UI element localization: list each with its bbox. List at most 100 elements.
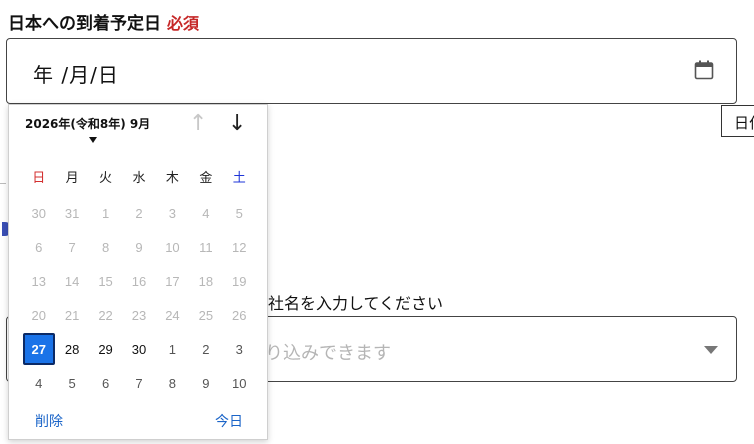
calendar-day[interactable]: 18	[189, 264, 222, 298]
calendar-day-number: 7	[135, 375, 143, 391]
calendar-day[interactable]: 29	[89, 332, 122, 366]
calendar-day[interactable]: 3	[223, 332, 256, 366]
calendar-day[interactable]: 6	[22, 230, 55, 264]
calendar-day-number: 10	[232, 375, 247, 391]
calendar-day[interactable]: 1	[156, 332, 189, 366]
calendar-day[interactable]: 19	[223, 264, 256, 298]
clear-button[interactable]: 削除	[35, 411, 63, 431]
calendar-day[interactable]: 5	[55, 366, 88, 400]
calendar-day[interactable]: 4	[22, 366, 55, 400]
calendar-day[interactable]: 10	[156, 230, 189, 264]
calendar-day[interactable]: 30	[122, 332, 155, 366]
calendar-day[interactable]: 30	[22, 196, 55, 230]
calendar-day-number: 2	[202, 341, 210, 357]
calendar-day[interactable]: 23	[122, 298, 155, 332]
weekday-fri: 金	[199, 171, 213, 186]
calendar-day[interactable]: 12	[223, 230, 256, 264]
calendar-day-number: 14	[64, 273, 80, 289]
calendar-day[interactable]: 17	[156, 264, 189, 298]
calendar-day-number: 30	[31, 205, 46, 221]
calendar-day-number: 20	[31, 307, 46, 323]
calendar-day-number: 31	[64, 205, 80, 221]
calendar-icon[interactable]	[694, 60, 714, 80]
calendar-day-number: 10	[165, 239, 180, 255]
calendar-day-number: 7	[68, 239, 76, 255]
calendar-day[interactable]: 26	[223, 298, 256, 332]
calendar-day-number: 26	[232, 307, 247, 323]
calendar-day-number: 29	[98, 341, 113, 357]
prev-month-arrow-icon[interactable]: ↑	[189, 113, 207, 135]
calendar-day[interactable]: 8	[156, 366, 189, 400]
calendar-day-number: 17	[165, 273, 180, 289]
calendar-day-number: 3	[168, 205, 177, 221]
calendar-day[interactable]: 3	[156, 196, 189, 230]
day-grid: 30 31 1 2 3 4 5 6 7 8 9 10 11 12 13 14 15 16 17 18 19 20 21 22 2…	[22, 196, 256, 400]
calendar-day-number: 25	[198, 307, 214, 323]
date-input-value: 年 /月/日	[33, 63, 119, 87]
calendar-day-number: 15	[98, 273, 113, 289]
calendar-day[interactable]: 15	[89, 264, 122, 298]
weekday-tue: 火	[99, 171, 113, 186]
required-badge: 必須	[167, 14, 200, 33]
calendar-day[interactable]: 31	[55, 196, 88, 230]
calendar-day[interactable]: 16	[122, 264, 155, 298]
arrival-date-label: 日本への到着予定日 必須	[8, 9, 199, 34]
calendar-day[interactable]: 10	[223, 366, 256, 400]
calendar-day-number: 9	[202, 375, 210, 391]
company-name-label: 社名を入力してください	[268, 294, 444, 313]
calendar-day-number: 18	[198, 273, 214, 289]
calendar-day-number: 23	[131, 307, 147, 323]
calendar-day[interactable]: 24	[156, 298, 189, 332]
calendar-day[interactable]: 22	[89, 298, 122, 332]
calendar-day[interactable]: 7	[122, 366, 155, 400]
calendar-day[interactable]: 13	[22, 264, 55, 298]
calendar-day[interactable]: 5	[223, 196, 256, 230]
calendar-day-number: 1	[101, 205, 110, 221]
calendar-day-number: 6	[35, 239, 43, 255]
calendar-day-number: 16	[131, 273, 147, 289]
divider	[0, 183, 6, 184]
calendar-day[interactable]: 28	[55, 332, 88, 366]
chevron-down-icon[interactable]	[704, 346, 718, 354]
calendar-day[interactable]: 2	[189, 332, 222, 366]
calendar-day-number: 8	[168, 375, 177, 391]
calendar-day[interactable]: 20	[22, 298, 55, 332]
weekday-header: 日 月 火 水 木 金 土	[22, 167, 256, 186]
today-button[interactable]: 今日	[215, 411, 243, 431]
calendar-day-number: 5	[235, 205, 243, 221]
calendar-day[interactable]: 11	[189, 230, 222, 264]
calendar-day-number: 5	[68, 375, 76, 391]
arrival-date-input[interactable]: 年 /月/日	[6, 38, 737, 104]
calendar-day-number: 12	[232, 239, 247, 255]
month-dropdown-icon[interactable]	[89, 137, 97, 143]
calendar-day[interactable]: 9	[122, 230, 155, 264]
calendar-day-number: 13	[31, 273, 46, 289]
month-year-selector[interactable]: 2026年(令和8年) 9月	[25, 115, 150, 132]
selected-day[interactable]: 27	[22, 332, 55, 366]
weekday-mon: 月	[65, 171, 79, 186]
calendar-day[interactable]: 9	[189, 366, 222, 400]
calendar-day-number: 9	[135, 239, 143, 255]
calendar-day[interactable]: 14	[55, 264, 88, 298]
date-picker-popup: 2026年(令和8年) 9月 ↑ ↓ 日 月 火 水 木 金 土 30 31 1 2 3…	[8, 104, 268, 440]
calendar-day-number: 6	[101, 375, 110, 391]
calendar-day[interactable]: 8	[89, 230, 122, 264]
calendar-day-number: 1	[168, 341, 177, 357]
calendar-day[interactable]: 7	[55, 230, 88, 264]
calendar-day-number: 27	[22, 333, 55, 365]
calendar-day[interactable]: 1	[89, 196, 122, 230]
calendar-day-number: 21	[64, 307, 80, 323]
calendar-day-number: 4	[202, 205, 210, 221]
calendar-day[interactable]: 6	[89, 366, 122, 400]
calendar-day[interactable]: 25	[189, 298, 222, 332]
next-month-arrow-icon[interactable]: ↓	[228, 113, 246, 135]
calendar-day[interactable]: 4	[189, 196, 222, 230]
calendar-day[interactable]: 21	[55, 298, 88, 332]
arrival-date-label-text: 日本への到着予定日	[8, 14, 161, 34]
calendar-day-number: 30	[131, 341, 147, 357]
calendar-day-number: 11	[199, 239, 213, 255]
weekday-thu: 木	[165, 171, 179, 186]
calendar-day-number: 4	[35, 375, 43, 391]
calendar-day[interactable]: 2	[122, 196, 155, 230]
company-select-placeholder: り込みできます	[265, 343, 391, 364]
